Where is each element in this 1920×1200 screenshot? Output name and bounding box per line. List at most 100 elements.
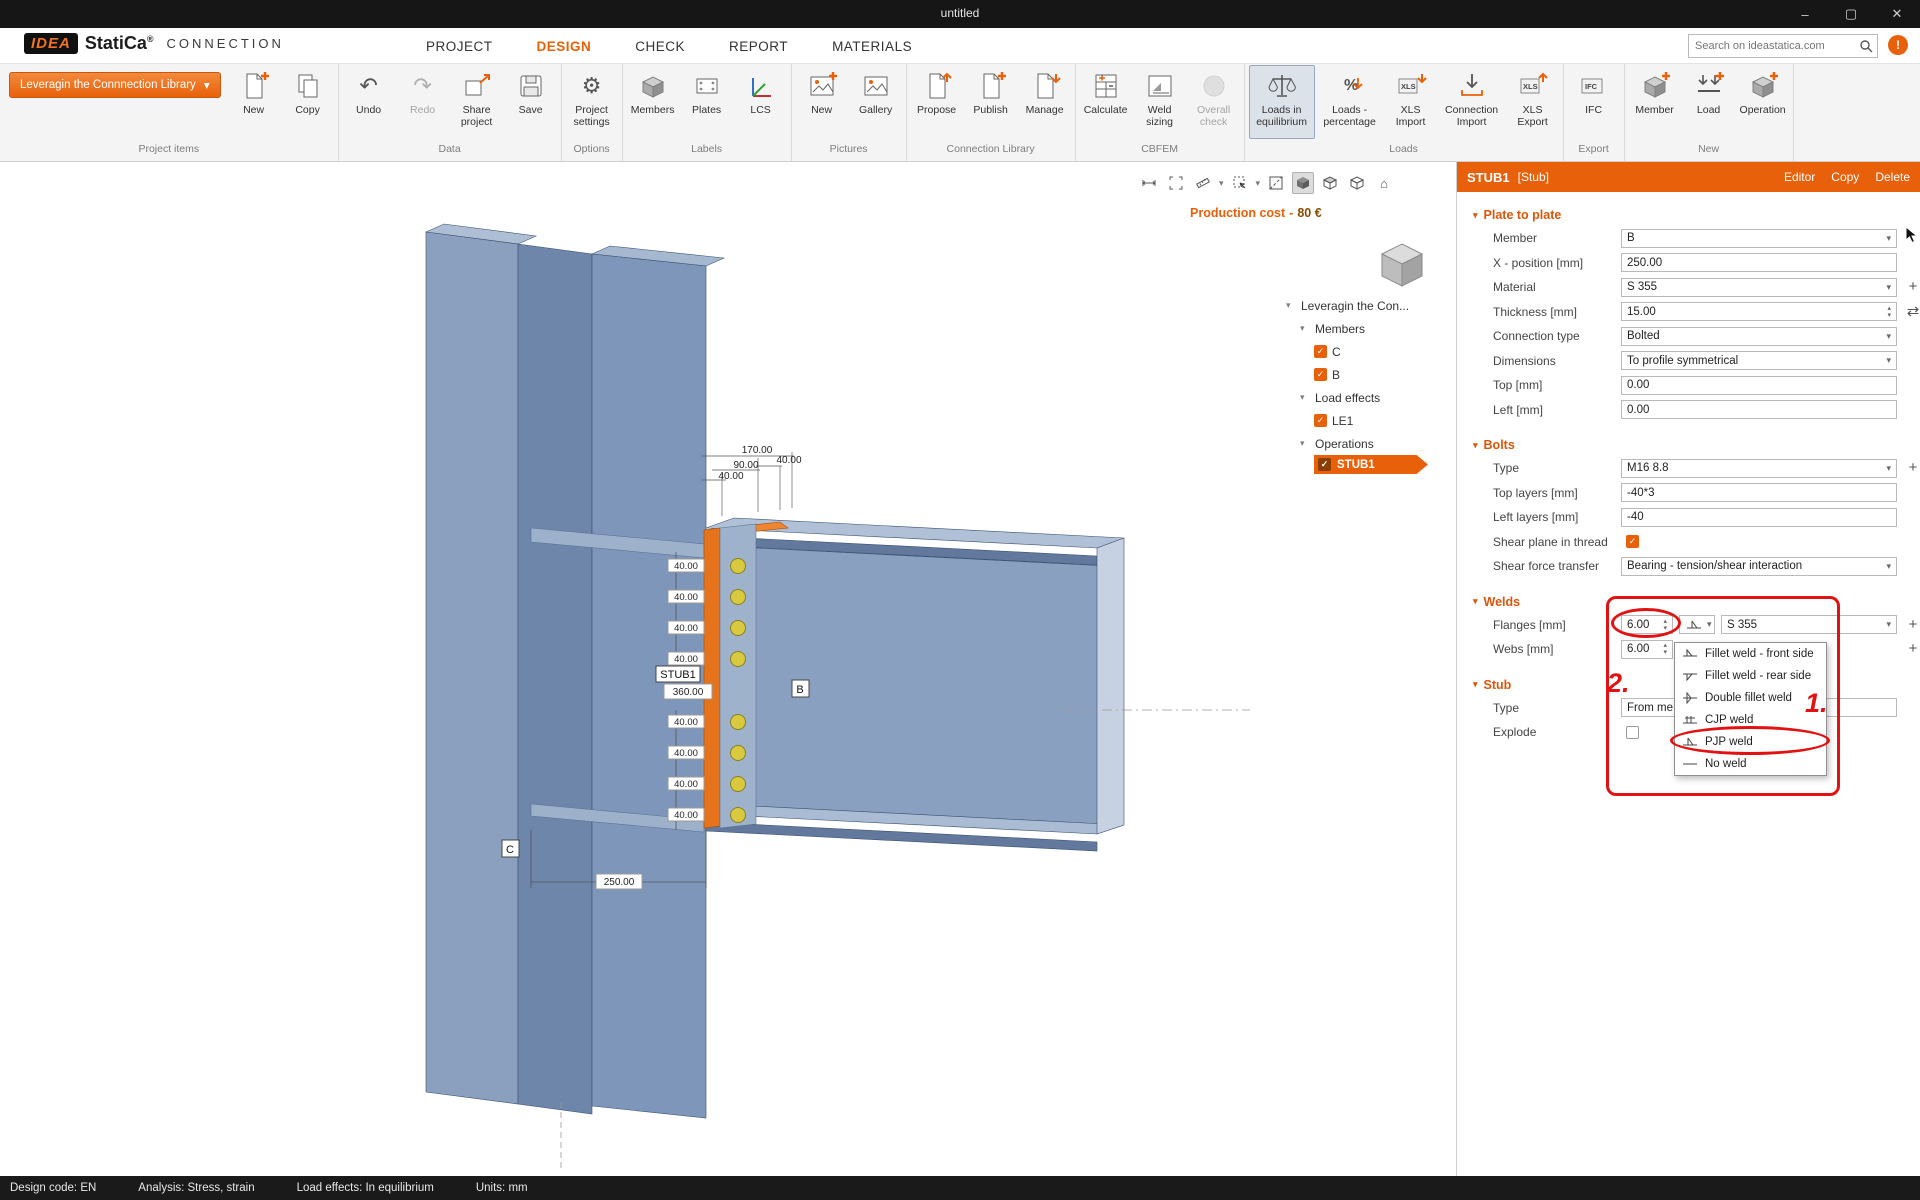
zoom-fit-icon[interactable] (1165, 172, 1187, 194)
stub1-checkbox[interactable]: ✓ (1318, 458, 1331, 471)
chevron-down-icon[interactable]: ▾ (1219, 178, 1224, 189)
tree-root[interactable]: ▾ Leveragin the Con... (1286, 294, 1450, 317)
new-member-button[interactable]: Member (1629, 65, 1681, 139)
project-settings-button[interactable]: ⚙ Project settings (566, 65, 618, 139)
measure-icon[interactable] (1192, 172, 1214, 194)
new-operation-button[interactable]: Operation (1737, 65, 1789, 139)
left-layers-input[interactable]: -40 (1621, 507, 1897, 527)
connection-type-dropdown[interactable]: Bolted ▾ (1621, 326, 1897, 346)
tree-item-member-b[interactable]: ✓ B (1286, 363, 1450, 386)
new-load-button[interactable]: Load (1683, 65, 1735, 139)
section-clip-icon[interactable] (1265, 172, 1287, 194)
section-plate-to-plate[interactable]: ▾ Plate to plate (1457, 204, 1920, 226)
member-dropdown[interactable]: B ▾ (1621, 228, 1897, 248)
top-input[interactable]: 0.00 (1621, 375, 1897, 395)
new-project-button[interactable]: New (228, 65, 280, 139)
redo-button[interactable]: ↷ Redo (397, 65, 449, 139)
undo-button[interactable]: ↶ Undo (343, 65, 395, 139)
weld-option-pjp[interactable]: PJP weld (1675, 731, 1826, 753)
flange-weld-type-dropdown[interactable]: ▾ (1679, 615, 1715, 634)
tree-item-member-c[interactable]: ✓ C (1286, 340, 1450, 363)
section-bolts[interactable]: ▾ Bolts (1457, 434, 1920, 456)
selection-mode-icon[interactable] (1229, 172, 1251, 194)
add-bolt-type-button[interactable]: + (1904, 459, 1920, 477)
share-project-button[interactable]: Share project (451, 65, 503, 139)
propose-button[interactable]: Propose (911, 65, 963, 139)
publish-button[interactable]: Publish (965, 65, 1017, 139)
tab-project[interactable]: PROJECT (426, 39, 493, 54)
loads-percentage-button[interactable]: Loads - percentage (1317, 65, 1383, 139)
home-view-icon[interactable]: ⌂ (1373, 172, 1395, 194)
dimensions-dropdown[interactable]: To profile symmetrical ▾ (1621, 351, 1897, 370)
shear-plane-checkbox[interactable]: ✓ (1626, 535, 1639, 548)
loads-in-equilibrium-button[interactable]: Loads in equilibrium (1248, 65, 1315, 139)
overall-check-button[interactable]: Overall check (1188, 65, 1240, 139)
chevron-down-icon[interactable]: ▾ (1300, 323, 1310, 334)
plates-labels-button[interactable]: Plates (681, 65, 733, 139)
info-icon[interactable]: ! (1888, 35, 1908, 55)
navigation-cube[interactable] (1372, 232, 1432, 292)
maximize-button[interactable]: ▢ (1828, 0, 1874, 28)
3d-viewport[interactable]: 40.00 90.00 170.00 40.00 40.00 40.00 40.… (0, 162, 1456, 1176)
left-input[interactable]: 0.00 (1621, 400, 1897, 419)
explode-checkbox[interactable] (1626, 725, 1639, 739)
flange-weld-size-stepper[interactable]: 6.00 ▴ ▾ (1621, 615, 1673, 634)
copy-operation-button[interactable]: Copy (1831, 170, 1859, 184)
ifc-export-button[interactable]: IFC (1568, 65, 1620, 139)
le1-checkbox[interactable]: ✓ (1314, 414, 1327, 427)
weld-option-double-fillet[interactable]: Double fillet weld (1675, 687, 1826, 709)
tree-load-effects-header[interactable]: ▾ Load effects (1286, 386, 1450, 409)
delete-operation-button[interactable]: Delete (1875, 170, 1910, 184)
flange-weld-material-dropdown[interactable]: S 355 ▾ (1721, 615, 1897, 634)
section-welds[interactable]: ▾ Welds (1457, 591, 1920, 613)
tab-check[interactable]: CHECK (635, 39, 685, 54)
dimensions-toggle-icon[interactable] (1138, 172, 1160, 194)
connection-import-button[interactable]: Connection Import (1439, 65, 1505, 139)
copy-project-button[interactable]: Copy (282, 65, 334, 139)
save-button[interactable]: Save (505, 65, 557, 139)
wireframe-view-icon[interactable] (1346, 172, 1368, 194)
shaded-view-icon[interactable] (1319, 172, 1341, 194)
weld-sizing-button[interactable]: Weld sizing (1134, 65, 1186, 139)
web-weld-size-stepper[interactable]: 6.00 ▴ ▾ (1621, 639, 1673, 659)
tab-design[interactable]: DESIGN (537, 39, 592, 54)
xls-export-button[interactable]: XLS Export (1507, 65, 1559, 139)
search-input[interactable] (1689, 35, 1849, 57)
gallery-button[interactable]: Gallery (850, 65, 902, 139)
chevron-down-icon[interactable]: ▾ (1300, 392, 1310, 403)
add-web-weld-button[interactable]: + (1904, 640, 1920, 658)
thickness-stepper[interactable]: 15.00 ▴ ▾ (1621, 302, 1897, 321)
add-material-button[interactable]: + (1904, 278, 1920, 296)
solid-view-icon[interactable] (1292, 172, 1315, 194)
top-layers-input[interactable]: -40*3 (1621, 483, 1897, 502)
calculate-button[interactable]: Calculate (1080, 65, 1132, 139)
editor-button[interactable]: Editor (1784, 170, 1815, 184)
chevron-down-icon[interactable]: ▾ (1256, 178, 1261, 189)
add-flange-weld-button[interactable]: + (1904, 616, 1920, 634)
chevron-down-icon[interactable]: ▾ (1300, 438, 1310, 449)
weld-option-fillet-front[interactable]: Fillet weld - front side (1675, 643, 1826, 665)
members-labels-button[interactable]: Members (627, 65, 679, 139)
tree-item-stub1[interactable]: ✓ STUB1 (1314, 455, 1428, 474)
manage-button[interactable]: Manage (1019, 65, 1071, 139)
connection-library-dropdown[interactable]: Leveragin the Connnection Library ▾ (9, 72, 221, 98)
xls-import-button[interactable]: XLS Import (1385, 65, 1437, 139)
lcs-button[interactable]: LCS (735, 65, 787, 139)
tree-item-le1[interactable]: ✓ LE1 (1286, 409, 1450, 432)
tab-report[interactable]: REPORT (729, 39, 788, 54)
search-box[interactable] (1688, 34, 1878, 58)
minimize-button[interactable]: – (1782, 0, 1828, 28)
shear-force-transfer-dropdown[interactable]: Bearing - tension/shear interaction ▾ (1621, 556, 1897, 576)
member-b-checkbox[interactable]: ✓ (1314, 368, 1327, 381)
weld-option-no-weld[interactable]: No weld (1675, 753, 1826, 775)
weld-option-cjp[interactable]: CJP weld (1675, 709, 1826, 731)
x-position-input[interactable]: 250.00 (1621, 253, 1897, 272)
bolt-type-dropdown[interactable]: M16 8.8 ▾ (1621, 458, 1897, 478)
material-dropdown[interactable]: S 355 ▾ (1621, 277, 1897, 297)
tab-materials[interactable]: MATERIALS (832, 39, 912, 54)
tree-operations-header[interactable]: ▾ Operations (1286, 432, 1450, 455)
beam-member-b[interactable] (705, 517, 1125, 852)
member-c-checkbox[interactable]: ✓ (1314, 345, 1327, 358)
new-picture-button[interactable]: New (796, 65, 848, 139)
close-button[interactable]: ✕ (1874, 0, 1920, 28)
